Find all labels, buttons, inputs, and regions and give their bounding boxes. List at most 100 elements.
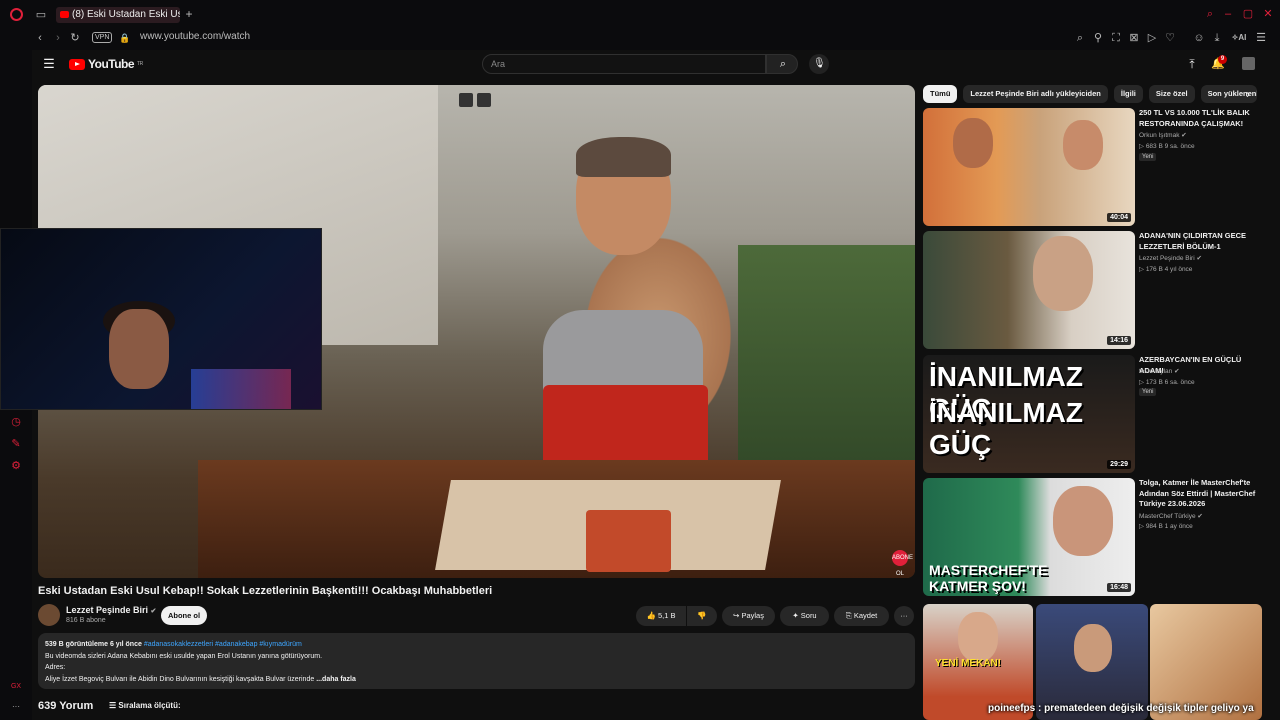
channel-text: MasterChef Türkiye [1139,513,1196,520]
workspaces-icon[interactable]: ▭ [34,8,48,22]
like-button[interactable]: 👍 5,1 B [636,606,686,626]
heart-icon[interactable]: ♡ [1164,31,1176,45]
gx-corner-label[interactable]: GX [8,680,24,694]
video-thumbnail[interactable]: MASTERCHEF'TE KATMER ŞOV! 16:48 [923,478,1135,596]
hashtags[interactable]: #adanasokaklezzetleri #adanakebap #kıyma… [144,641,302,648]
recommendation-filter-chips: Tümü Lezzet Peşinde Biri adlı yükleyicid… [923,85,1257,103]
recommendation-channel[interactable]: Orkun Işıtmak ✔ [1139,131,1187,139]
video-description[interactable]: 539 B görüntüleme 6 yıl önce #adanasokak… [38,633,915,689]
history-icon[interactable]: ◷ [10,415,22,429]
ask-button[interactable]: ✦ Soru [780,606,829,626]
recommendation-card[interactable]: 40:04 250 TL VS 10.000 TL'LİK BALIK REST… [923,108,1263,226]
recommendation-card[interactable]: MASTERCHEF'TE KATMER ŞOV! 16:48 Tolga, K… [923,478,1263,596]
duration-badge: 29:29 [1107,460,1131,469]
channel-name-text: Lezzet Peşinde Biri [66,605,149,615]
like-count: 5,1 B [657,611,676,620]
recommendation-channel[interactable]: MasterChef Türkiye ✔ [1139,512,1203,520]
chat-message-overlay: poineefps : prematedeen değişik değişik … [988,703,1254,714]
easy-setup-icon[interactable]: ☰ [1255,31,1267,45]
video-title: Eski Ustadan Eski Usul Kebap!! Sokak Lez… [38,585,493,597]
chip[interactable]: Size özel [1148,85,1195,103]
thumbnail-caption: MASTERCHEF'TE [929,562,1048,578]
sort-icon: ☰ [109,701,117,710]
player-mini-controls [459,93,491,107]
browser-search-icon[interactable]: ⌕ [1203,7,1217,21]
ask-label: Soru [800,611,817,620]
dislike-button[interactable]: 👎 [687,606,717,626]
forward-icon[interactable]: › [52,31,64,45]
search-input[interactable]: Ara [482,54,766,74]
recommendation-card[interactable]: İNANILMAZ GÜÇ İNANILMAZ GÜÇ 29:29 AZERBA… [923,355,1263,473]
settings-gear-icon[interactable]: ⚙ [10,459,22,473]
voice-search-button[interactable]: 🎙 [809,54,829,74]
share-label: Paylaş [741,611,764,620]
short-caption: YENİ MEKAN! [935,658,1002,669]
share-icon: ↪ [733,611,740,620]
ai-button[interactable]: ✧AI [1229,31,1249,45]
chip[interactable]: Tümü [923,85,958,103]
subscribe-watermark[interactable]: ABONE OL [892,550,913,577]
video-cook-hair [576,137,671,177]
meta-text: 173 B 6 sa. önce [1145,379,1195,386]
zoom-icon[interactable]: ⌕ [1074,31,1086,45]
recommendation-channel[interactable]: testo taylan ✔ [1139,367,1180,375]
theater-icon[interactable] [477,93,491,107]
duration-badge: 16:48 [1107,583,1131,592]
extensions-icon[interactable]: ✎ [10,437,22,451]
miniplayer-icon[interactable] [459,93,473,107]
new-tab-button[interactable]: + [183,7,195,21]
close-window-icon[interactable]: ✕ [1261,7,1275,21]
recommendation-meta: ▷ 683 B 9 sa. önce [1139,142,1195,150]
adblock-icon[interactable]: ⊠ [1128,31,1140,45]
chip[interactable]: Lezzet Peşinde Biri adlı yükleyiciden [963,85,1108,103]
new-badge: Yeni [1139,388,1157,396]
vpn-badge[interactable]: VPN [92,32,113,43]
snapshot-icon[interactable]: ⛶ [1110,31,1122,45]
download-icon[interactable]: ⤓ [1211,31,1223,45]
channel-avatar[interactable] [38,604,60,626]
opera-logo-icon[interactable] [10,8,23,21]
video-thumbnail[interactable]: 14:16 [923,231,1135,349]
lock-icon[interactable]: 🔒 [119,31,131,45]
chip[interactable]: İlgili [1113,85,1143,103]
streamer-face [109,309,169,389]
sort-comments-button[interactable]: ☰ Sıralama ölçütü: [109,701,181,710]
maximize-icon[interactable]: ▢ [1241,7,1255,21]
back-icon[interactable]: ‹ [34,31,46,45]
video-thumbnail[interactable]: 40:04 [923,108,1135,226]
meta-text: 176 B 4 yıl önce [1145,266,1193,273]
menu-icon[interactable]: ☰ [42,57,56,71]
chevron-right-icon[interactable]: › [1242,87,1254,101]
notification-count-badge: 9 [1218,55,1227,64]
description-line: Adres: [45,664,66,671]
pin-icon[interactable]: ⚲ [1092,31,1104,45]
browser-tab[interactable]: (8) Eski Ustadan Eski Usul K [56,7,180,23]
channel-name[interactable]: Lezzet Peşinde Biri ✔ [66,605,156,615]
upload-icon[interactable]: ⤒ [1185,57,1199,71]
youtube-logo[interactable]: YouTube TR [69,57,143,71]
share-button[interactable]: ↪ Paylaş [722,606,775,626]
recommendation-channel[interactable]: Lezzet Peşinde Biri ✔ [1139,254,1202,262]
meta-text: 683 B 9 sa. önce [1145,143,1195,150]
show-more-link[interactable]: ...daha fazla [316,676,356,683]
save-button[interactable]: ⎘ Kaydet [834,606,889,626]
reload-icon[interactable]: ↻ [69,31,81,45]
recommendation-title[interactable]: 250 TL VS 10.000 TL'LİK BALIK RESTORANIN… [1139,108,1263,129]
video-thumbnail[interactable]: İNANILMAZ GÜÇ İNANILMAZ GÜÇ 29:29 [923,355,1135,473]
verified-icon: ✔ [1197,513,1203,520]
player-icon[interactable]: ▷ [1146,31,1158,45]
recommendation-card[interactable]: 14:16 ADANA'NIN ÇILDIRTAN GECE LEZZETLER… [923,231,1263,349]
ai-label: AI [1238,33,1247,42]
recommendation-title[interactable]: ADANA'NIN ÇILDIRTAN GECE LEZZETLERİ BÖLÜ… [1139,231,1263,252]
search-button[interactable]: ⌕ [766,54,798,74]
profile-icon[interactable]: ☺ [1193,31,1205,45]
url-text[interactable]: www.youtube.com/watch [140,31,250,42]
play-small-icon: ▷ [1139,266,1144,273]
account-avatar[interactable] [1242,57,1255,70]
subscribe-button[interactable]: Abone ol [161,606,207,625]
more-icon[interactable]: ··· [8,700,24,714]
minimize-icon[interactable]: – [1221,7,1235,21]
recommendation-title[interactable]: Tolga, Katmer İle MasterChef'te Adından … [1139,478,1263,510]
more-actions-button[interactable]: ··· [894,606,914,626]
verified-icon: ✔ [150,608,157,615]
